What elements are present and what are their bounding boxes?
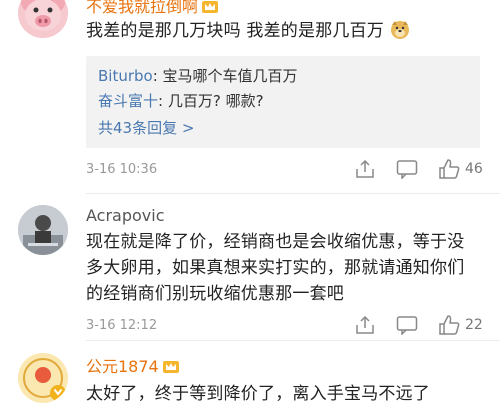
- comment-text: 现在就是降了价，经销商也是会收缩优惠，等于没 多大卵用，如果真想来实打实的，那就…: [86, 232, 465, 304]
- doge-emoji-icon: [390, 20, 410, 40]
- reply-box[interactable]: Biturbo: 宝马哪个车值几百万 奋斗富十: 几百万? 哪款? 共43条回复…: [86, 56, 480, 148]
- avatar[interactable]: [18, 353, 68, 403]
- reply-item: 奋斗富十: 几百万? 哪款?: [98, 92, 264, 110]
- like-count: 22: [465, 317, 483, 333]
- like-count: 46: [465, 161, 483, 177]
- reply-text: 几百万? 哪款?: [167, 92, 264, 110]
- view-all-replies-link[interactable]: 共43条回复 >: [98, 116, 468, 141]
- vip-crown-icon: [202, 0, 219, 13]
- comment-timestamp: 3-16 10:36: [86, 162, 158, 177]
- avatar[interactable]: [18, 0, 68, 38]
- share-icon[interactable]: [355, 159, 375, 183]
- pig-avatar-icon: [18, 0, 68, 38]
- avatar[interactable]: [18, 205, 68, 255]
- like-icon[interactable]: [438, 158, 460, 184]
- comment-timestamp: 3-16 12:12: [86, 318, 158, 333]
- comment-username[interactable]: 不爱我就拉倒啊: [86, 0, 219, 17]
- reply-username[interactable]: 奋斗富十: [98, 92, 158, 110]
- comment-text: 太好了，终于等到降价了，离入手宝马不远了: [86, 384, 430, 404]
- divider: [86, 193, 500, 194]
- comment-item: Acrapovic 现在就是降了价，经销商也是会收缩优惠，等于没 多大卵用，如果…: [0, 195, 500, 336]
- comment-username[interactable]: 公元1874: [86, 353, 179, 377]
- badge-avatar-icon: [18, 353, 68, 403]
- reply-username[interactable]: Biturbo: [98, 67, 153, 85]
- reply-text: 宝马哪个车值几百万: [162, 67, 298, 85]
- like-icon[interactable]: [438, 314, 460, 340]
- person-avatar-icon: [18, 205, 68, 255]
- comment-text: 我差的是那几万块吗 我差的是那几百万: [86, 18, 496, 44]
- comment-item: 公元1874 太好了，终于等到降价了，离入手宝马不远了: [0, 340, 500, 405]
- vip-crown-icon: [162, 358, 179, 373]
- reply-icon[interactable]: [396, 159, 418, 183]
- share-icon[interactable]: [355, 315, 375, 339]
- reply-item: Biturbo: 宝马哪个车值几百万: [98, 67, 298, 85]
- comment-username[interactable]: Acrapovic: [86, 206, 165, 225]
- reply-icon[interactable]: [396, 315, 418, 339]
- comment-item: 不爱我就拉倒啊 我差的是那几万块吗 我差的是那几百万 Biturbo: 宝马哪个…: [0, 0, 500, 195]
